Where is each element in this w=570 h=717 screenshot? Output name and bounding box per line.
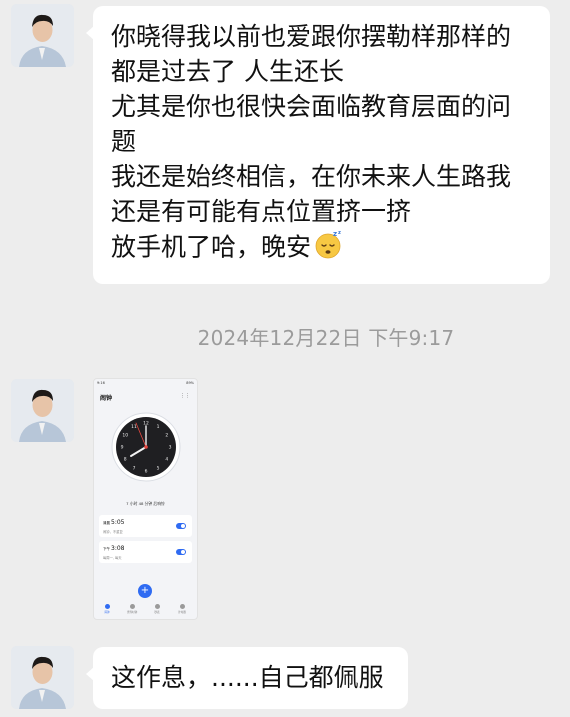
clock-numeral: 3 — [169, 445, 172, 451]
message-bubble[interactable]: 你晓得我以前也爱跟你摆勒样那样的 都是过去了 人生还长 尤其是你也很快会面临教育… — [86, 6, 550, 284]
tab-world-clock[interactable]: 世界时钟 — [122, 604, 142, 614]
app-title: 闹钟 — [100, 395, 113, 402]
message-line: 尤其是你也很快会面临教育层面的问 — [111, 92, 512, 121]
screenshot-status-bar: 9:16 89% — [94, 379, 197, 387]
tab-label: 秒表 — [154, 611, 160, 614]
clock-numeral: 6 — [145, 469, 148, 475]
message-line: 还是有可能有点位置挤一挤 — [111, 197, 412, 226]
tab-label: 闹钟 — [104, 611, 110, 614]
message-line: 题 — [111, 127, 137, 156]
alarm-time-value: 3:08 — [111, 545, 125, 552]
clock-numeral: 1 — [157, 424, 160, 430]
message-line: 我还是始终相信，在你未来人生路我 — [111, 162, 512, 191]
message-line: 放手机了哈，晚安 — [111, 232, 312, 262]
clock-numeral: 2 — [165, 433, 168, 439]
tab-label: 世界时钟 — [126, 611, 138, 614]
alarm-toggle[interactable] — [176, 549, 186, 555]
alarm-toggle[interactable] — [176, 523, 186, 529]
alarm-repeat: 闹钟，不重复 — [103, 530, 123, 534]
tab-label: 计时器 — [178, 611, 186, 614]
avatar-image — [11, 379, 74, 442]
status-time: 9:16 — [97, 381, 105, 385]
image-message[interactable]: 9:16 89% 闹钟 ⋮⋮ 12 1 2 3 4 5 6 7 8 9 10 11 7 小时 48 分… — [93, 378, 198, 620]
clock-numeral: 5 — [157, 465, 160, 471]
message-text: 你晓得我以前也爱跟你摆勒样那样的 都是过去了 人生还长 尤其是你也很快会面临教育… — [93, 6, 550, 281]
svg-text:z: z — [338, 230, 341, 236]
next-alarm-text: 7 小时 48 分钟 后响铃 — [126, 501, 165, 506]
stopwatch-icon — [154, 604, 160, 609]
alarm-time: 下午3:08 — [103, 545, 124, 552]
alarm-time-value: 5:05 — [111, 519, 125, 526]
alarm-repeat: 每周一, 每天 — [103, 556, 122, 560]
message-line: 这作息，......自己都佩服 — [111, 663, 384, 692]
globe-icon — [129, 604, 135, 609]
clock-numeral: 7 — [133, 465, 136, 471]
analog-clock: 12 1 2 3 4 5 6 7 8 9 10 11 — [111, 412, 181, 486]
clock-numeral: 10 — [122, 433, 128, 439]
alarm-time: 清晨5:05 — [103, 519, 124, 526]
status-battery: 89% — [186, 381, 194, 385]
tab-stopwatch[interactable]: 秒表 — [147, 604, 167, 614]
timer-icon — [179, 604, 185, 609]
message-line-with-emoji: 放手机了哈，晚安 z z — [111, 229, 532, 268]
clock-numeral: 8 — [124, 457, 127, 463]
avatar-image — [11, 4, 74, 67]
message-bubble[interactable]: 这作息，......自己都佩服 — [86, 647, 408, 709]
alarm-tab-icon — [104, 604, 110, 609]
svg-text:z: z — [333, 230, 337, 238]
avatar-image — [11, 646, 74, 709]
alarm-period: 下午 — [103, 547, 110, 551]
clock-numeral: 4 — [165, 457, 168, 463]
add-alarm-button[interactable]: + — [138, 584, 152, 598]
clock-numeral: 11 — [131, 424, 137, 430]
message-text: 这作息，......自己都佩服 — [93, 647, 408, 708]
message-line: 你晓得我以前也爱跟你摆勒样那样的 — [111, 22, 512, 51]
alarm-card[interactable]: 下午3:08 每周一, 每天 — [99, 541, 192, 563]
contact-avatar[interactable] — [11, 4, 74, 67]
clock-numeral: 9 — [121, 445, 124, 451]
bottom-tab-bar: 闹钟 世界时钟 秒表 计时器 — [94, 604, 197, 618]
message-line: 都是过去了 人生还长 — [111, 57, 344, 86]
more-icon: ⋮⋮ — [180, 393, 190, 399]
alarm-period: 清晨 — [103, 521, 110, 525]
contact-avatar[interactable] — [11, 379, 74, 442]
contact-avatar[interactable] — [11, 646, 74, 709]
tab-alarm[interactable]: 闹钟 — [97, 604, 117, 614]
alarm-card[interactable]: 清晨5:05 闹钟，不重复 — [99, 515, 192, 537]
message-timestamp: 2024年12月22日 下午9:17 — [197, 326, 455, 350]
sleeping-face-icon: z z — [313, 229, 345, 268]
tab-timer[interactable]: 计时器 — [172, 604, 192, 614]
